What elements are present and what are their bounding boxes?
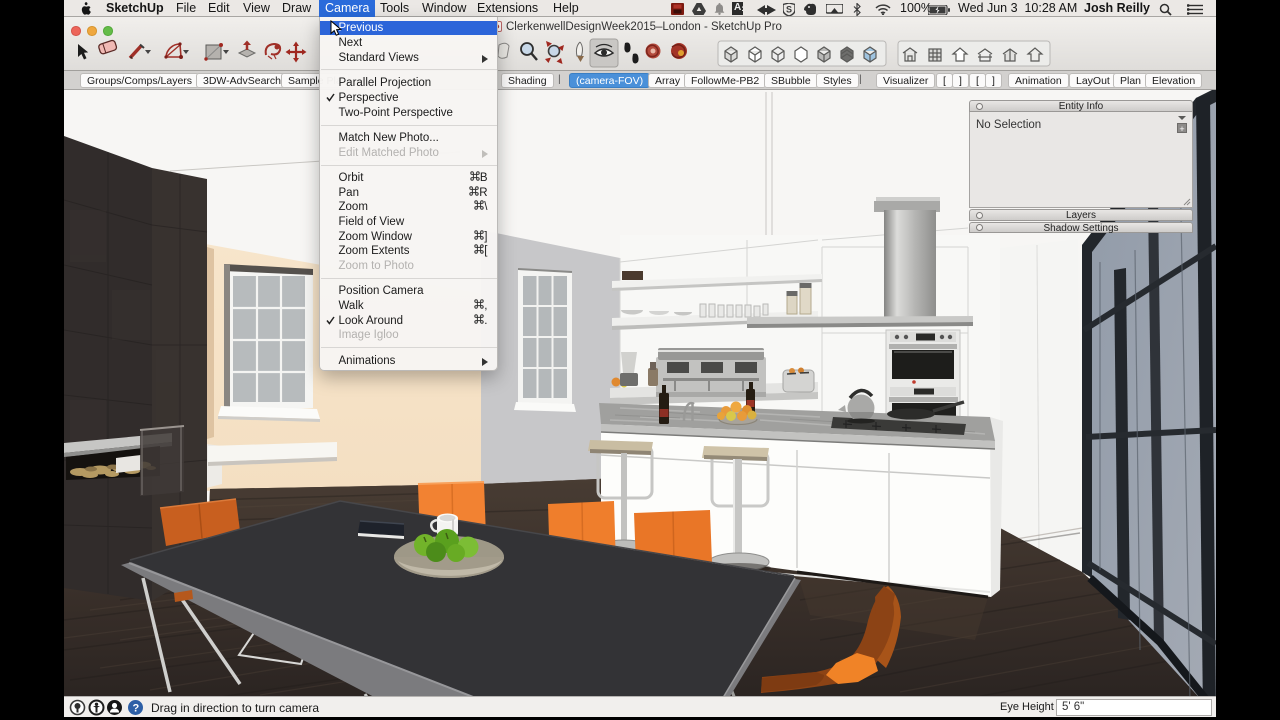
svg-text:?: ?: [133, 703, 140, 715]
svg-text:S: S: [786, 4, 792, 14]
